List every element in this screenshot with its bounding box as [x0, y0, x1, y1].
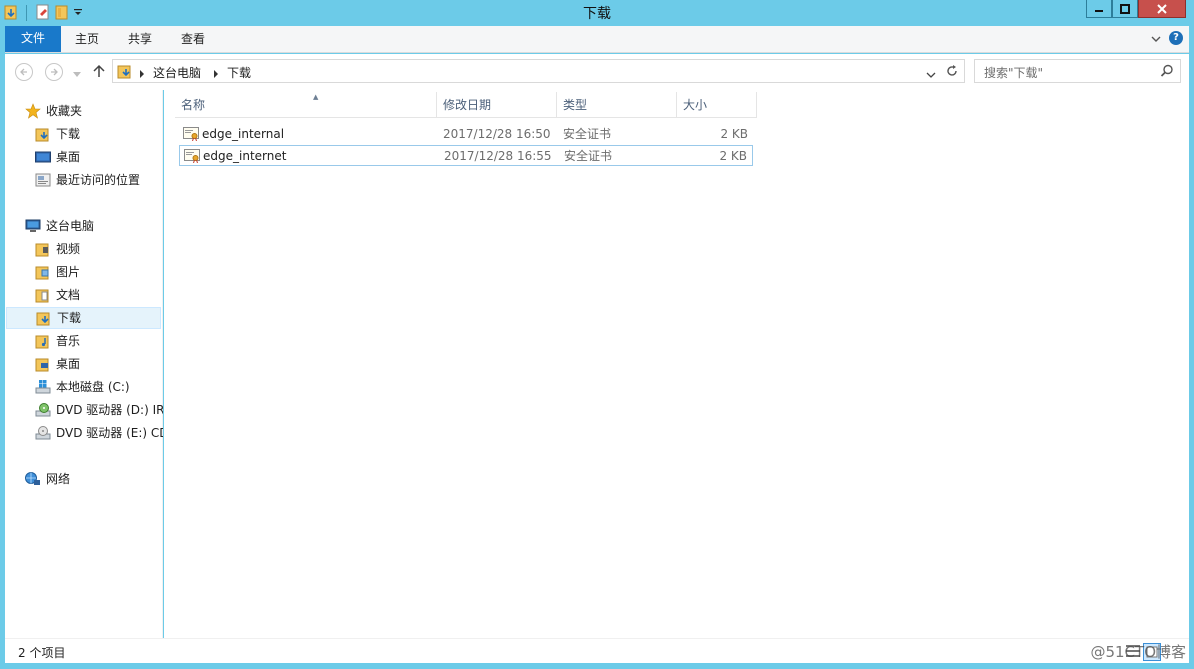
file-row[interactable]: edge_internal 2017/12/28 16:50 安全证书 2 KB [179, 124, 753, 145]
download-folder-icon [36, 312, 50, 326]
recent-locations-icon[interactable] [73, 67, 81, 81]
nav-favorites-recent[interactable]: 最近访问的位置 [35, 169, 140, 191]
breadcrumb-chevron-icon[interactable] [139, 67, 145, 81]
download-folder-icon [117, 63, 133, 82]
tab-share[interactable]: 共享 [122, 28, 158, 51]
star-icon [25, 103, 41, 119]
pictures-folder-icon [35, 266, 49, 280]
computer-icon [25, 219, 41, 232]
desktop-icon [35, 151, 51, 163]
window-title: 下载 [583, 6, 611, 22]
recent-places-icon [35, 173, 51, 187]
minimize-icon [1095, 9, 1103, 12]
column-header-row: ▲ 名称 修改日期 类型 大小 [175, 92, 757, 118]
column-name[interactable]: 名称 [175, 92, 437, 118]
nav-pc-downloads[interactable]: 下载 [6, 307, 161, 329]
breadcrumb-this-pc[interactable]: 这台电脑 [153, 64, 201, 81]
nav-pc-dvd-e[interactable]: DVD 驱动器 (E:) CD [35, 422, 163, 444]
documents-folder-icon [35, 289, 49, 303]
tab-view[interactable]: 查看 [175, 28, 211, 51]
nav-pc-videos[interactable]: 视频 [35, 238, 80, 260]
breadcrumb-chevron-icon[interactable] [213, 67, 219, 81]
close-icon [1157, 3, 1167, 14]
file-type: 安全证书 [564, 149, 613, 163]
nav-this-pc[interactable]: 这台电脑 [25, 215, 94, 237]
nav-network[interactable]: 网络 [25, 468, 70, 490]
window-controls [1086, 0, 1186, 18]
forward-button[interactable] [45, 63, 63, 81]
file-name: edge_internet [203, 149, 287, 163]
nav-pc-documents[interactable]: 文档 [35, 284, 80, 306]
download-folder-icon [35, 128, 49, 142]
close-button[interactable] [1138, 0, 1186, 18]
nav-pc-dvd-d[interactable]: DVD 驱动器 (D:) IR [35, 399, 163, 421]
up-arrow-icon[interactable] [93, 64, 105, 81]
desktop-folder-icon [35, 358, 49, 372]
certificate-icon [183, 127, 199, 141]
dvd-drive-icon [35, 426, 51, 440]
maximize-icon [1120, 3, 1130, 14]
tab-home[interactable]: 主页 [69, 28, 105, 51]
videos-folder-icon [35, 243, 49, 257]
address-dropdown-icon[interactable] [926, 68, 936, 82]
search-icon[interactable] [1160, 64, 1174, 81]
help-icon[interactable]: ? [1169, 31, 1183, 45]
address-row: 这台电脑 下载 搜索"下载" [5, 54, 1189, 90]
nav-pc-desktop[interactable]: 桌面 [35, 353, 80, 375]
address-bar[interactable]: 这台电脑 下载 [112, 59, 965, 83]
tab-file[interactable]: 文件 [5, 26, 61, 52]
file-type: 安全证书 [563, 127, 612, 141]
nav-pc-music[interactable]: 音乐 [35, 330, 80, 352]
item-count: 2 个项目 [18, 646, 66, 660]
breadcrumb-downloads[interactable]: 下载 [227, 64, 251, 81]
refresh-icon[interactable] [945, 64, 959, 81]
file-name: edge_internal [202, 127, 285, 141]
file-size: 2 KB [720, 127, 748, 141]
forward-arrow-icon [51, 68, 58, 76]
ribbon-tabs: 文件 主页 共享 查看 ? [5, 26, 1189, 53]
navigation-pane: 收藏夹 下载 桌面 最近访问的位置 这台电脑 视频 图片 文档 下载 音乐 桌面… [5, 90, 163, 638]
file-list-pane: ▲ 名称 修改日期 类型 大小 edge_internal 2017/12/28… [164, 90, 1189, 638]
status-bar: 2 个项目 [5, 638, 1189, 663]
back-arrow-icon [20, 68, 27, 76]
file-size: 2 KB [719, 149, 747, 163]
nav-favorites[interactable]: 收藏夹 [25, 100, 82, 122]
file-row-selected[interactable]: edge_internet 2017/12/28 16:55 安全证书 2 KB [179, 145, 753, 166]
network-icon [25, 472, 40, 485]
watermark-text: @51CTO博客 [1090, 643, 1186, 661]
title-bar: 下载 [0, 0, 1194, 26]
music-folder-icon [35, 335, 49, 349]
back-button[interactable] [15, 63, 33, 81]
file-date: 2017/12/28 16:55 [444, 149, 552, 163]
file-date: 2017/12/28 16:50 [443, 127, 551, 141]
column-size[interactable]: 大小 [677, 92, 757, 118]
nav-pc-local-disk-c[interactable]: 本地磁盘 (C:) [35, 376, 130, 398]
maximize-button[interactable] [1112, 0, 1138, 18]
nav-favorites-desktop[interactable]: 桌面 [35, 146, 80, 168]
certificate-icon [184, 149, 200, 163]
windows-drive-icon [35, 380, 51, 394]
dvd-drive-icon [35, 403, 51, 417]
nav-favorites-downloads[interactable]: 下载 [35, 123, 80, 145]
minimize-button[interactable] [1086, 0, 1112, 18]
column-type[interactable]: 类型 [557, 92, 677, 118]
ribbon-expand-icon[interactable] [1151, 32, 1161, 46]
explorer-window: 下载 文件 主页 共享 查看 ? 这台电脑 下载 搜索"下载" 收藏夹 下载 桌… [0, 0, 1194, 669]
nav-pc-pictures[interactable]: 图片 [35, 261, 80, 283]
column-date-modified[interactable]: 修改日期 [437, 92, 557, 118]
search-placeholder: 搜索"下载" [984, 66, 1044, 80]
search-box[interactable]: 搜索"下载" [974, 59, 1181, 83]
